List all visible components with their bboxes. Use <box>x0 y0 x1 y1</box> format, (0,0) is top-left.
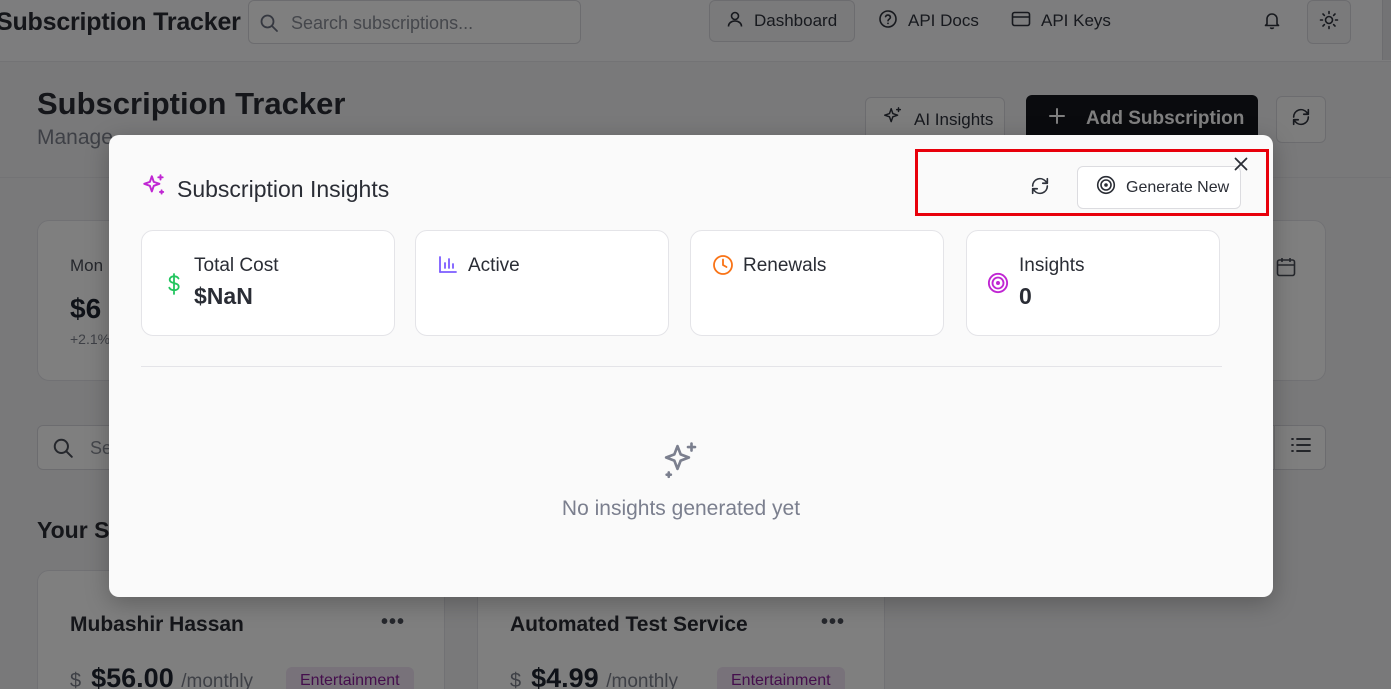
card-value: $NaN <box>194 283 253 309</box>
insights-modal: Subscription Insights Generate New Total… <box>109 135 1273 597</box>
dollar-icon <box>166 272 182 301</box>
modal-title: Subscription Insights <box>141 173 389 205</box>
card-label: Renewals <box>743 255 827 276</box>
total-cost-card: Total Cost $NaN <box>141 230 395 336</box>
renewals-card: Renewals <box>690 230 944 336</box>
card-value: 0 <box>1019 283 1032 309</box>
card-label: Insights <box>1019 255 1085 276</box>
bar-chart-icon <box>438 255 458 280</box>
modal-divider <box>141 366 1222 367</box>
sparkles-icon <box>141 173 167 205</box>
modal-title-text: Subscription Insights <box>177 175 390 202</box>
insights-count-card: Insights 0 <box>966 230 1220 336</box>
card-label: Active <box>468 255 520 276</box>
active-card: Active <box>415 230 669 336</box>
clock-icon <box>712 254 734 281</box>
card-label: Total Cost <box>194 255 279 276</box>
empty-state-text: No insights generated yet <box>561 497 801 520</box>
sparkles-icon <box>660 440 702 487</box>
target-icon <box>987 272 1009 299</box>
highlight-annotation <box>915 149 1269 216</box>
